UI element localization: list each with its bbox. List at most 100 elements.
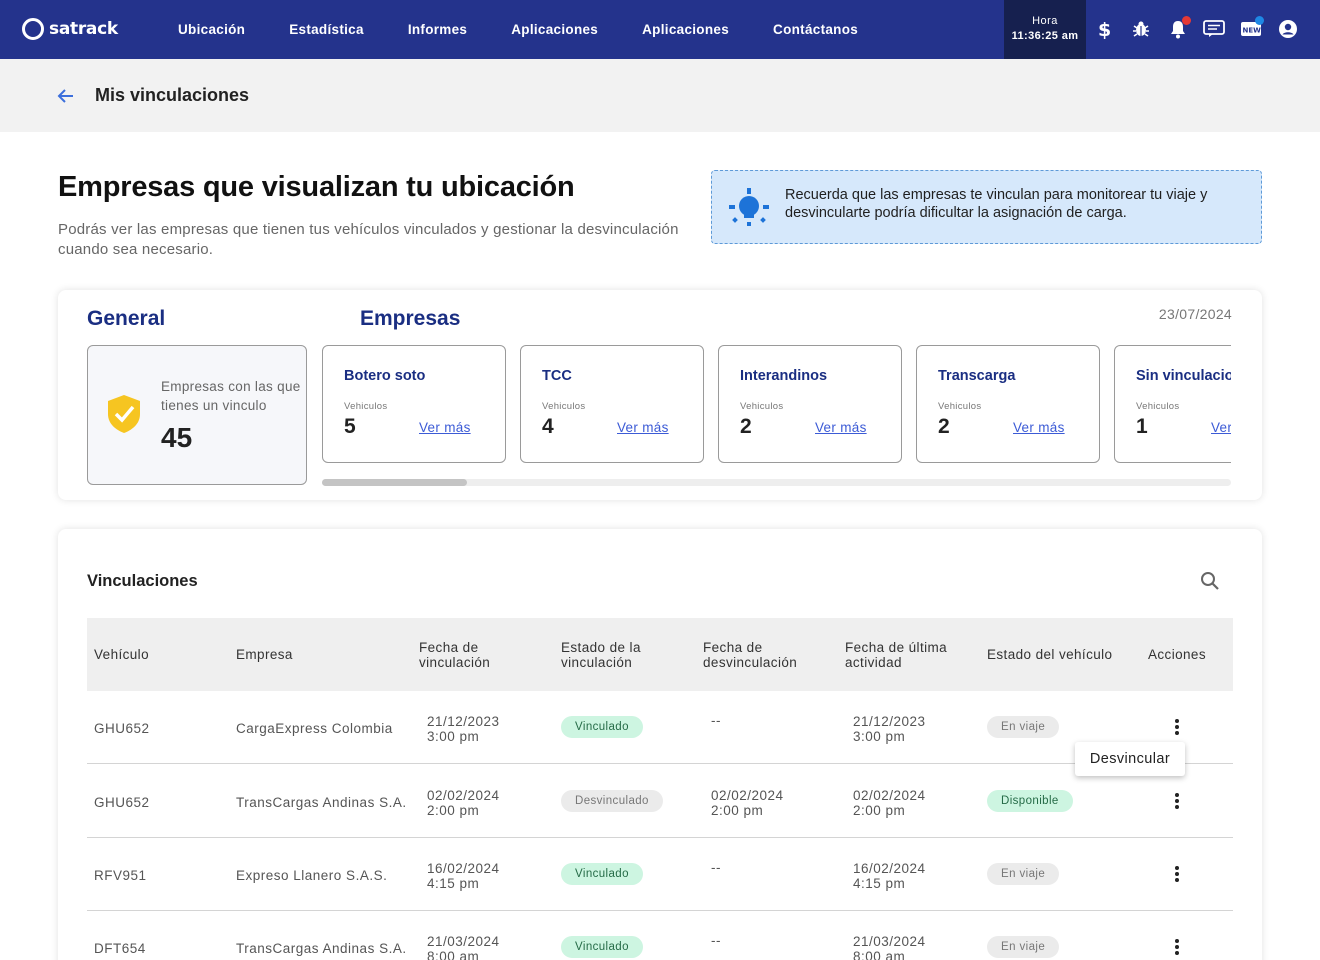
more-actions-icon[interactable] (1169, 937, 1185, 957)
column-header: Empresa (236, 647, 293, 662)
logo-text: satrack (49, 19, 118, 39)
column-header: Estado del vehículo (987, 647, 1113, 662)
cell-company: TransCargas Andinas S.A. (236, 941, 407, 956)
company-vehicles-label: Vehiculos (740, 401, 784, 412)
company-vehicles-count: 5 (344, 415, 356, 438)
ver-mas-link[interactable]: Ver más (1013, 420, 1065, 435)
companies-carousel[interactable]: Botero soto Vehiculos 5 Ver más TCC Vehi… (322, 345, 1231, 465)
new-icon[interactable]: NEW (1240, 16, 1264, 40)
ver-mas-link[interactable]: Ver más (617, 420, 669, 435)
satrack-logo[interactable]: satrack (22, 18, 118, 40)
company-vehicles-label: Vehiculos (344, 401, 388, 412)
bug-icon[interactable] (1130, 18, 1152, 40)
message-icon[interactable] (1203, 18, 1225, 40)
company-card: Transcarga Vehiculos 2 Ver más (916, 345, 1100, 463)
table-row: DFT654 TransCargas Andinas S.A. 21/03/20… (87, 911, 1233, 960)
main-nav: Ubicación Estadística Informes Aplicacio… (178, 0, 902, 59)
ver-mas-link[interactable]: Ver más (419, 420, 471, 435)
nav-item-ubicacion[interactable]: Ubicación (178, 22, 245, 37)
user-icon[interactable] (1277, 18, 1299, 40)
company-vehicles-count: 2 (938, 415, 950, 438)
scrollbar-thumb[interactable] (322, 479, 468, 486)
cell-activity-date: 02/02/2024 2:00 pm (853, 788, 926, 818)
logo-icon (22, 18, 44, 40)
general-stat-box: Empresas con las que tienes un vinculo 4… (87, 345, 307, 485)
hero-description: Podrás ver las empresas que tienen tus v… (58, 221, 679, 258)
company-vehicles-count: 1 (1136, 415, 1148, 438)
svg-text:$: $ (1098, 19, 1111, 39)
nav-item-aplicaciones-2[interactable]: Aplicaciones (642, 22, 729, 37)
notification-badge (1182, 16, 1191, 25)
new-badge (1255, 16, 1264, 25)
nav-item-contactanos[interactable]: Contáctanos (773, 22, 858, 37)
tip-text: Recuerda que las empresas te vinculan pa… (785, 187, 1208, 221)
desvincular-menu-item[interactable]: Desvincular (1075, 742, 1185, 776)
company-name: Sin vinculacion (1136, 368, 1231, 384)
cell-company: Expreso Llanero S.A.S. (236, 868, 388, 883)
bell-icon[interactable] (1167, 16, 1191, 40)
table-header: Vehículo Empresa Fecha de vinculación Es… (87, 618, 1233, 691)
summary-card: General Empresas 23/07/2024 Empresas con… (58, 290, 1262, 500)
status-badge: Desvinculado (561, 790, 663, 812)
more-actions-icon[interactable] (1169, 717, 1185, 737)
cell-activity-date: 21/03/2024 8:00 am (853, 934, 926, 960)
table-title: Vinculaciones (87, 572, 198, 590)
cell-unlink-date: 02/02/2024 2:00 pm (711, 788, 784, 818)
company-card: TCC Vehiculos 4 Ver más (520, 345, 704, 463)
company-name: Transcarga (938, 368, 1016, 384)
shield-check-icon (108, 395, 140, 433)
company-name: Botero soto (344, 368, 426, 384)
cell-activity-date: 16/02/2024 4:15 pm (853, 861, 926, 891)
general-stat-value: 45 (161, 422, 193, 453)
more-actions-icon[interactable] (1169, 864, 1185, 884)
company-name: TCC (542, 368, 572, 384)
company-name: Interandinos (740, 368, 828, 384)
table-row: GHU652 CargaExpress Colombia 21/12/2023 3… (87, 691, 1233, 764)
back-arrow-icon[interactable] (56, 87, 76, 105)
cell-link-date: 21/03/2024 8:00 am (427, 934, 500, 960)
company-vehicles-count: 2 (740, 415, 752, 438)
more-actions-icon[interactable] (1169, 791, 1185, 811)
column-header: Fecha de desvinculación (703, 639, 798, 670)
ver-mas-link[interactable]: Ver más (815, 420, 867, 435)
company-vehicles-label: Vehiculos (938, 401, 982, 412)
cell-link-date: 16/02/2024 4:15 pm (427, 861, 500, 891)
dollar-icon[interactable]: $ (1093, 18, 1115, 40)
company-vehicles-count: 4 (542, 415, 554, 438)
vehicle-status-badge: En viaje (987, 936, 1060, 958)
page-title: Mis vinculaciones (95, 85, 250, 105)
column-header: Fecha de última actividad (845, 639, 948, 670)
lightbulb-icon (729, 188, 769, 226)
cell-unlink-date: -- (711, 713, 721, 728)
table-row: RFV951 Expreso Llanero S.A.S. 16/02/2024… (87, 838, 1233, 911)
nav-item-estadistica[interactable]: Estadística (289, 22, 364, 37)
nav-item-aplicaciones[interactable]: Aplicaciones (511, 22, 598, 37)
cell-vehicle: GHU652 (94, 721, 150, 736)
company-vehicles-label: Vehiculos (1136, 401, 1180, 412)
company-card: Botero soto Vehiculos 5 Ver más (322, 345, 506, 463)
ver-mas-link[interactable]: Ver más (1211, 420, 1231, 435)
status-badge: Vinculado (561, 936, 643, 958)
summary-date: 23/07/2024 (1158, 306, 1232, 322)
search-icon[interactable] (1200, 571, 1220, 591)
status-badge: Vinculado (561, 716, 643, 738)
vehicle-status-badge: En viaje (987, 716, 1060, 738)
company-card: Interandinos Vehiculos 2 Ver más (718, 345, 902, 463)
hero-title: Empresas que visualizan tu ubicación (58, 171, 575, 203)
cell-company: CargaExpress Colombia (236, 721, 393, 736)
top-navbar: satrack Ubicación Estadística Informes A… (0, 0, 1320, 59)
status-badge: Vinculado (561, 863, 643, 885)
companies-scrollbar[interactable] (322, 479, 1231, 486)
companies-title: Empresas (360, 307, 461, 330)
cell-vehicle: GHU652 (94, 795, 150, 810)
clock-widget: Hora 11:36:25 am (1004, 0, 1086, 59)
tip-banner: Recuerda que las empresas te vinculan pa… (711, 170, 1262, 244)
column-header: Vehículo (94, 647, 149, 662)
nav-item-informes[interactable]: Informes (408, 22, 467, 37)
svg-text:NEW: NEW (1243, 27, 1262, 35)
cell-link-date: 02/02/2024 2:00 pm (427, 788, 500, 818)
cell-unlink-date: -- (711, 933, 721, 948)
cell-vehicle: DFT654 (94, 941, 146, 956)
vehicle-status-badge: Disponible (987, 790, 1073, 812)
column-header: Acciones (1148, 647, 1206, 662)
